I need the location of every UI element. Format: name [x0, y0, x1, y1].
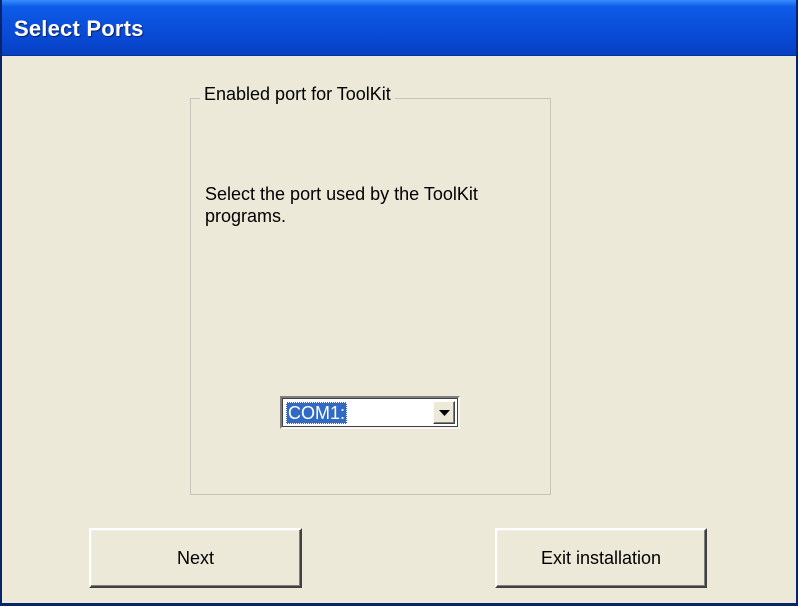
instruction-text: Select the port used by the ToolKit prog… — [205, 184, 478, 226]
chevron-down-icon — [439, 410, 450, 416]
port-groupbox — [190, 98, 551, 495]
setup-dialog: Select Ports Enabled port for ToolKit Se… — [0, 0, 798, 606]
groupbox-legend: Enabled port for ToolKit — [200, 83, 395, 105]
dropdown-button[interactable] — [433, 401, 455, 424]
title-bar: Select Ports — [2, 0, 796, 56]
window-title: Select Ports — [14, 16, 144, 41]
next-button[interactable]: Next — [89, 528, 302, 588]
port-selected-value[interactable]: COM1: — [286, 402, 348, 424]
exit-installation-button[interactable]: Exit installation — [495, 528, 707, 588]
exit-button-label: Exit installation — [540, 547, 662, 568]
next-button-label: Next — [176, 547, 214, 568]
port-combobox[interactable]: COM1: — [280, 396, 460, 429]
